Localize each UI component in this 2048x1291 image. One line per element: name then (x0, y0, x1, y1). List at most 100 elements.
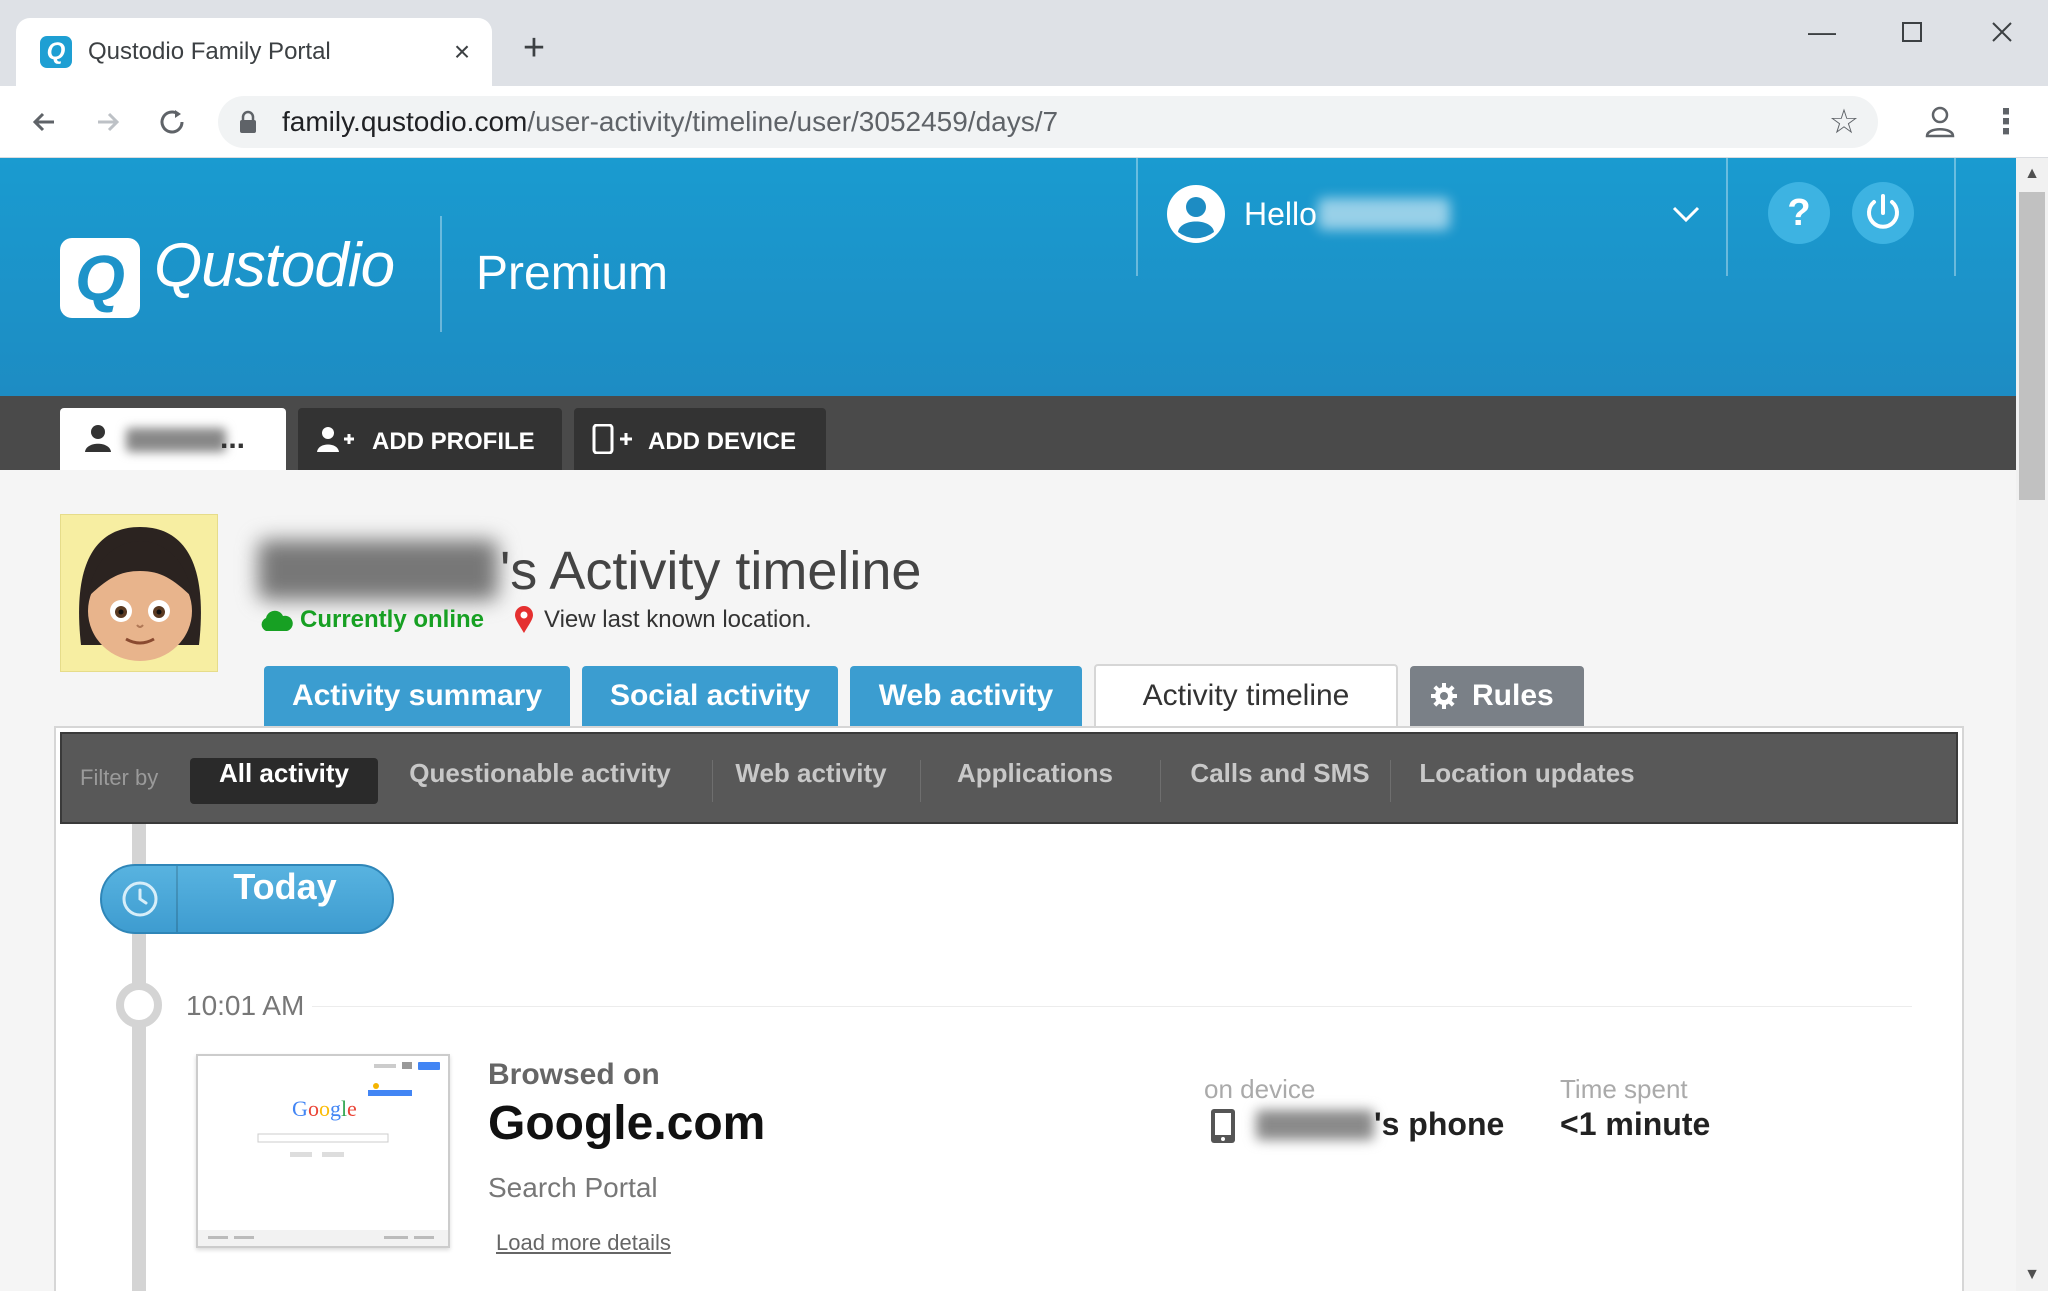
phone-icon (1211, 1109, 1235, 1143)
bookmark-star-icon[interactable]: ☆ (1826, 104, 1862, 140)
tab-web-activity[interactable]: Web activity (850, 666, 1082, 726)
profile-bar: ... ADD PROFILE ADD DEVICE (0, 396, 2016, 470)
filter-bar: Filter by All activity Questionable acti… (60, 732, 1958, 824)
page-viewport: Q Qustodio Premium Hello ? ... ADD PROFI… (0, 158, 2048, 1291)
entry-category: Search Portal (488, 1172, 658, 1203)
svg-text:o: o (319, 1096, 330, 1121)
tab-rules[interactable]: Rules (1410, 666, 1584, 726)
entry-type: Browsed on (488, 1058, 660, 1091)
redacted-user-name (1318, 198, 1450, 230)
timeline-panel: Filter by All activity Questionable acti… (54, 726, 1964, 1291)
page-body: 's Activity timeline Currently online Vi… (0, 470, 2016, 1291)
filter-label: Filter by (80, 765, 159, 790)
user-avatar-icon[interactable] (1166, 184, 1226, 244)
qustodio-logo-icon[interactable]: Q (60, 238, 140, 318)
svg-text:o: o (308, 1096, 319, 1121)
qustodio-header: Q Qustodio Premium Hello ? (0, 158, 2016, 396)
add-device-button[interactable]: ADD DEVICE (574, 408, 826, 470)
filter-all-activity[interactable]: All activity (190, 758, 378, 804)
entry-time: 10:01 AM (186, 990, 305, 1021)
browser-tab-strip: Q Qustodio Family Portal × + — (0, 0, 2048, 86)
power-icon (1867, 194, 1899, 229)
filter-separator (1160, 760, 1161, 802)
close-window-icon[interactable] (1972, 12, 2032, 52)
redacted-device-owner (1256, 1110, 1374, 1140)
filter-web-activity[interactable]: Web activity (722, 758, 900, 804)
scroll-up-arrow-icon[interactable]: ▲ (2016, 162, 2048, 186)
filter-calls-and-sms[interactable]: Calls and SMS (1170, 758, 1390, 804)
timeline-node (116, 982, 162, 1028)
logout-button[interactable] (1852, 182, 1914, 244)
forward-button[interactable] (86, 100, 130, 144)
svg-text:g: g (330, 1096, 341, 1121)
profile-tab-child[interactable]: ... (60, 408, 286, 470)
chevron-down-icon[interactable] (1664, 192, 1708, 236)
today-label: Today (233, 866, 337, 907)
browser-menu-icon[interactable]: ⋮ (1984, 100, 2028, 144)
page-title: 's Activity timeline (500, 541, 922, 601)
qustodio-favicon-icon: Q (40, 36, 72, 68)
page-scrollbar[interactable]: ▲ ▼ (2016, 158, 2048, 1291)
new-tab-button[interactable]: + (516, 29, 552, 67)
svg-text:e: e (347, 1096, 357, 1121)
filter-questionable-activity[interactable]: Questionable activity (390, 758, 690, 804)
device-label: on device (1204, 1074, 1316, 1104)
today-clock-segment (102, 866, 178, 932)
browser-tab[interactable]: Q Qustodio Family Portal × (16, 18, 492, 86)
header-divider (1954, 158, 1956, 276)
clock-icon (122, 881, 158, 917)
filter-location-updates[interactable]: Location updates (1400, 758, 1654, 804)
add-device-label: ADD DEVICE (648, 428, 797, 455)
entry-site-name[interactable]: Google.com (488, 1096, 765, 1151)
browser-toolbar: family.qustodio.com/user-activity/timeli… (0, 86, 2048, 158)
add-profile-button[interactable]: ADD PROFILE (298, 408, 562, 470)
tab-rules-label: Rules (1472, 679, 1554, 712)
tab-social-activity[interactable]: Social activity (582, 666, 838, 726)
add-user-icon (317, 427, 354, 452)
scroll-down-arrow-icon[interactable]: ▼ (2016, 1263, 2048, 1287)
device-name: 's phone (1374, 1106, 1505, 1142)
load-more-details-link[interactable]: Load more details (496, 1230, 671, 1256)
profile-name-ellipsis: ... (220, 422, 246, 455)
header-divider (1136, 158, 1138, 276)
map-pin-icon (515, 606, 533, 633)
browser-tab-title: Qustodio Family Portal (88, 38, 331, 65)
user-icon (85, 425, 111, 452)
redacted-profile-name (126, 428, 226, 452)
time-spent-label: Time spent (1560, 1074, 1688, 1104)
minimize-window-icon[interactable]: — (1792, 12, 1852, 52)
time-spent-value: <1 minute (1560, 1106, 1711, 1142)
site-thumbnail[interactable]: Go og le (196, 1054, 450, 1248)
scrollbar-thumb[interactable] (2019, 192, 2045, 500)
maximize-window-icon[interactable] (1882, 12, 1942, 52)
help-button[interactable]: ? (1768, 182, 1830, 244)
reload-button[interactable] (150, 100, 194, 144)
header-divider (440, 216, 442, 332)
gear-icon (1431, 683, 1457, 709)
tab-activity-timeline[interactable]: Activity timeline (1094, 664, 1398, 726)
address-bar[interactable]: family.qustodio.com/user-activity/timeli… (218, 96, 1878, 148)
tab-activity-summary[interactable]: Activity summary (264, 666, 570, 726)
header-divider (1726, 158, 1728, 276)
back-button[interactable] (22, 100, 66, 144)
time-divider (312, 1006, 1912, 1007)
url-path: /user-activity/timeline/user/3052459/day… (527, 106, 1059, 137)
url-host: family.qustodio.com (282, 106, 528, 137)
tab-close-icon[interactable]: × (446, 36, 478, 68)
add-device-icon (592, 424, 632, 454)
filter-applications[interactable]: Applications (930, 758, 1140, 804)
filter-separator (920, 760, 921, 802)
cloud-icon (261, 610, 293, 631)
greeting-text: Hello (1244, 196, 1317, 232)
online-status-text: Currently online (300, 606, 485, 633)
brand-name[interactable]: Qustodio (154, 230, 395, 301)
plan-label: Premium (476, 247, 669, 300)
view-location-text: View last known location. (544, 606, 812, 633)
account-icon[interactable] (1918, 100, 1962, 144)
child-avatar (60, 514, 218, 672)
redacted-child-name (258, 540, 498, 600)
filter-separator (712, 760, 713, 802)
svg-text:G: G (292, 1096, 308, 1121)
today-day-marker: Today (100, 864, 394, 934)
filter-separator (1390, 760, 1391, 802)
